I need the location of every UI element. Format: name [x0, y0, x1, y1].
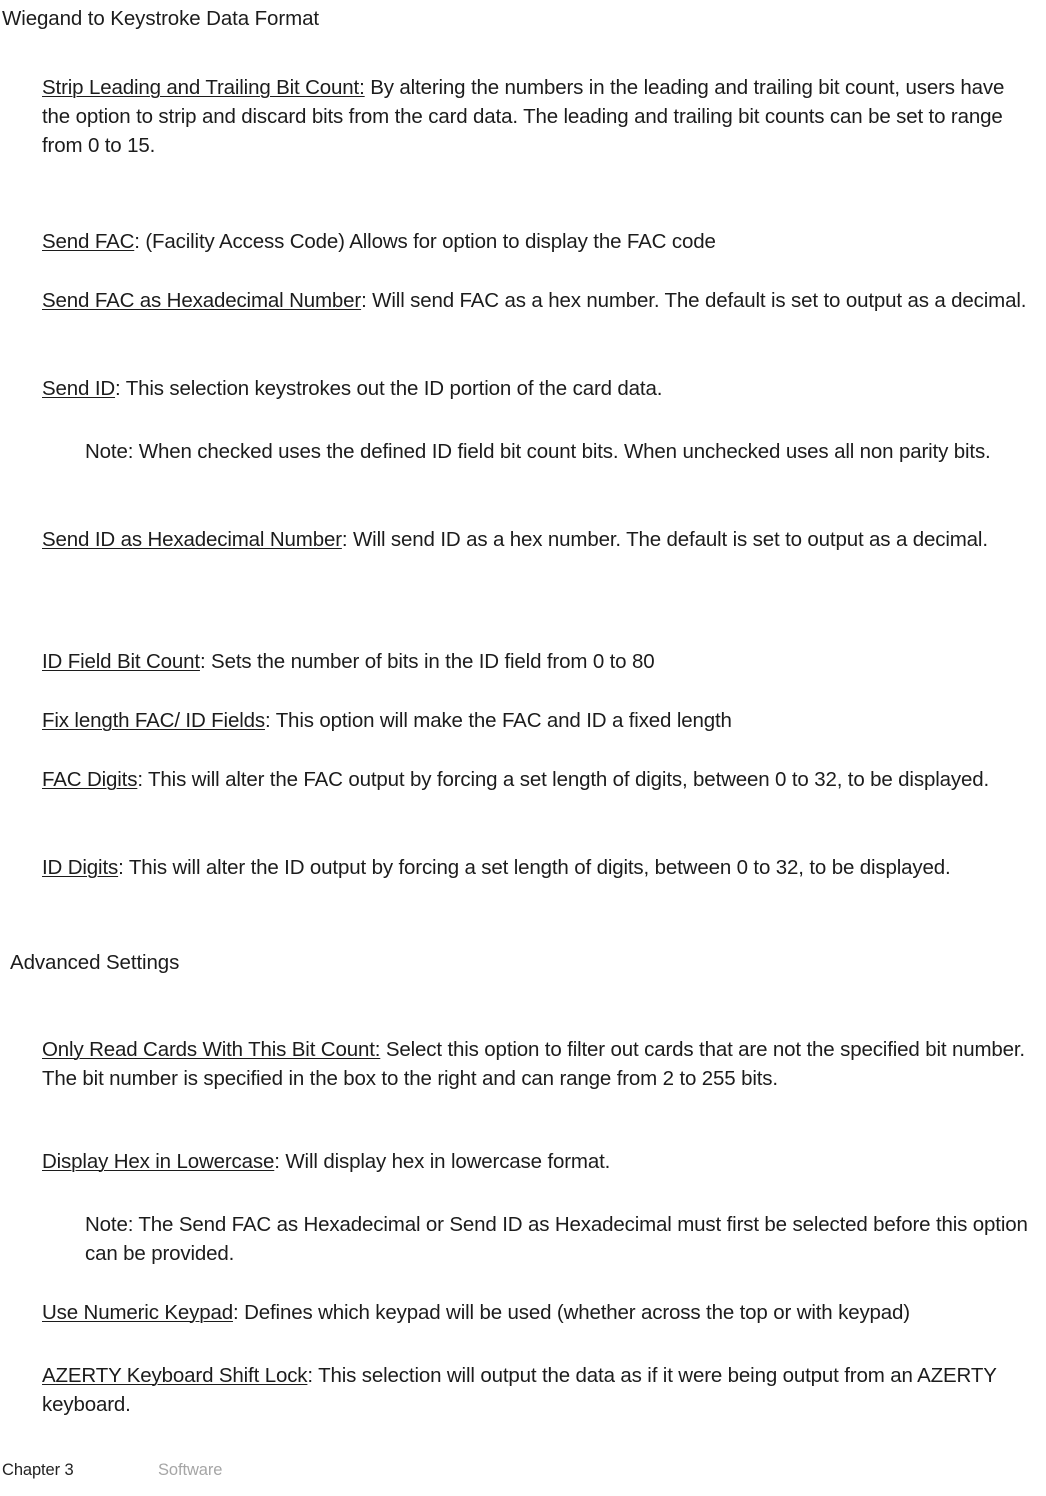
paragraph-only-read-cards: Only Read Cards With This Bit Count: Sel…	[42, 1035, 1037, 1093]
term-use-numeric-keypad: Use Numeric Keypad	[42, 1300, 233, 1324]
term-send-fac-hex: Send FAC as Hexadecimal Number	[42, 288, 362, 312]
paragraph-id-field-bit-count: ID Field Bit Count: Sets the number of b…	[42, 647, 1037, 676]
term-send-fac: Send FAC	[42, 229, 135, 253]
description-send-id: : This selection keystrokes out the ID p…	[115, 376, 663, 400]
paragraph-send-id: Send ID: This selection keystrokes out t…	[42, 374, 1037, 403]
term-send-id: Send ID	[42, 376, 116, 400]
paragraph-fix-length-fields: Fix length FAC/ ID Fields: This option w…	[42, 706, 1037, 735]
term-display-hex-lowercase: Display Hex in Lowercase	[42, 1149, 275, 1173]
paragraph-send-fac-hex: Send FAC as Hexadecimal Number: Will sen…	[42, 286, 1037, 315]
description-send-id-hex: : Will send ID as a hex number. The defa…	[341, 527, 988, 551]
description-id-digits: : This will alter the ID output by forci…	[118, 855, 951, 879]
description-display-hex-note: Note: The Send FAC as Hexadecimal or Sen…	[85, 1212, 1028, 1265]
description-use-numeric-keypad: : Defines which keypad will be used (whe…	[233, 1300, 910, 1324]
paragraph-display-hex-lowercase: Display Hex in Lowercase: Will display h…	[42, 1147, 1037, 1176]
term-send-id-hex: Send ID as Hexadecimal Number	[42, 527, 342, 551]
description-send-fac: : (Facility Access Code) Allows for opti…	[134, 229, 716, 253]
description-fac-digits: : This will alter the FAC output by forc…	[137, 767, 989, 791]
description-send-id-note: Note: When checked uses the defined ID f…	[85, 439, 991, 463]
paragraph-send-id-hex: Send ID as Hexadecimal Number: Will send…	[42, 525, 1037, 554]
paragraph-fac-digits: FAC Digits: This will alter the FAC outp…	[42, 765, 1037, 794]
description-id-field-bit-count: : Sets the number of bits in the ID fiel…	[199, 649, 655, 673]
paragraph-send-fac: Send FAC: (Facility Access Code) Allows …	[42, 227, 1037, 256]
description-display-hex-lowercase: : Will display hex in lowercase format.	[274, 1149, 611, 1173]
paragraph-id-digits: ID Digits: This will alter the ID output…	[42, 853, 1037, 882]
term-fac-digits: FAC Digits	[42, 767, 138, 791]
term-fix-length-fields: Fix length FAC/ ID Fields	[42, 708, 265, 732]
paragraph-strip-bit-count: Strip Leading and Trailing Bit Count: By…	[42, 73, 1037, 161]
paragraph-display-hex-note: Note: The Send FAC as Hexadecimal or Sen…	[85, 1210, 1040, 1268]
term-id-field-bit-count: ID Field Bit Count	[42, 649, 200, 673]
description-fix-length-fields: : This option will make the FAC and ID a…	[264, 708, 732, 732]
paragraph-send-id-note: Note: When checked uses the defined ID f…	[85, 437, 1040, 466]
footer-section-label: Software	[158, 1461, 223, 1479]
term-id-digits: ID Digits	[42, 855, 119, 879]
section-heading-advanced-settings: Advanced Settings	[10, 951, 180, 974]
term-only-read-cards: Only Read Cards With This Bit Count:	[42, 1037, 381, 1061]
paragraph-azerty-shift-lock: AZERTY Keyboard Shift Lock: This selecti…	[42, 1361, 1037, 1419]
term-azerty-shift-lock: AZERTY Keyboard Shift Lock	[42, 1363, 308, 1387]
page-footer: Chapter 3 Software	[0, 1458, 1046, 1482]
paragraph-use-numeric-keypad: Use Numeric Keypad: Defines which keypad…	[42, 1298, 1037, 1327]
footer-chapter-label: Chapter 3	[2, 1461, 74, 1479]
document-page: Wiegand to Keystroke Data Format Strip L…	[0, 0, 1046, 1496]
description-send-fac-hex: : Will send FAC as a hex number. The def…	[361, 288, 1027, 312]
page-title: Wiegand to Keystroke Data Format	[2, 7, 319, 30]
term-strip-bit-count: Strip Leading and Trailing Bit Count:	[42, 75, 365, 99]
